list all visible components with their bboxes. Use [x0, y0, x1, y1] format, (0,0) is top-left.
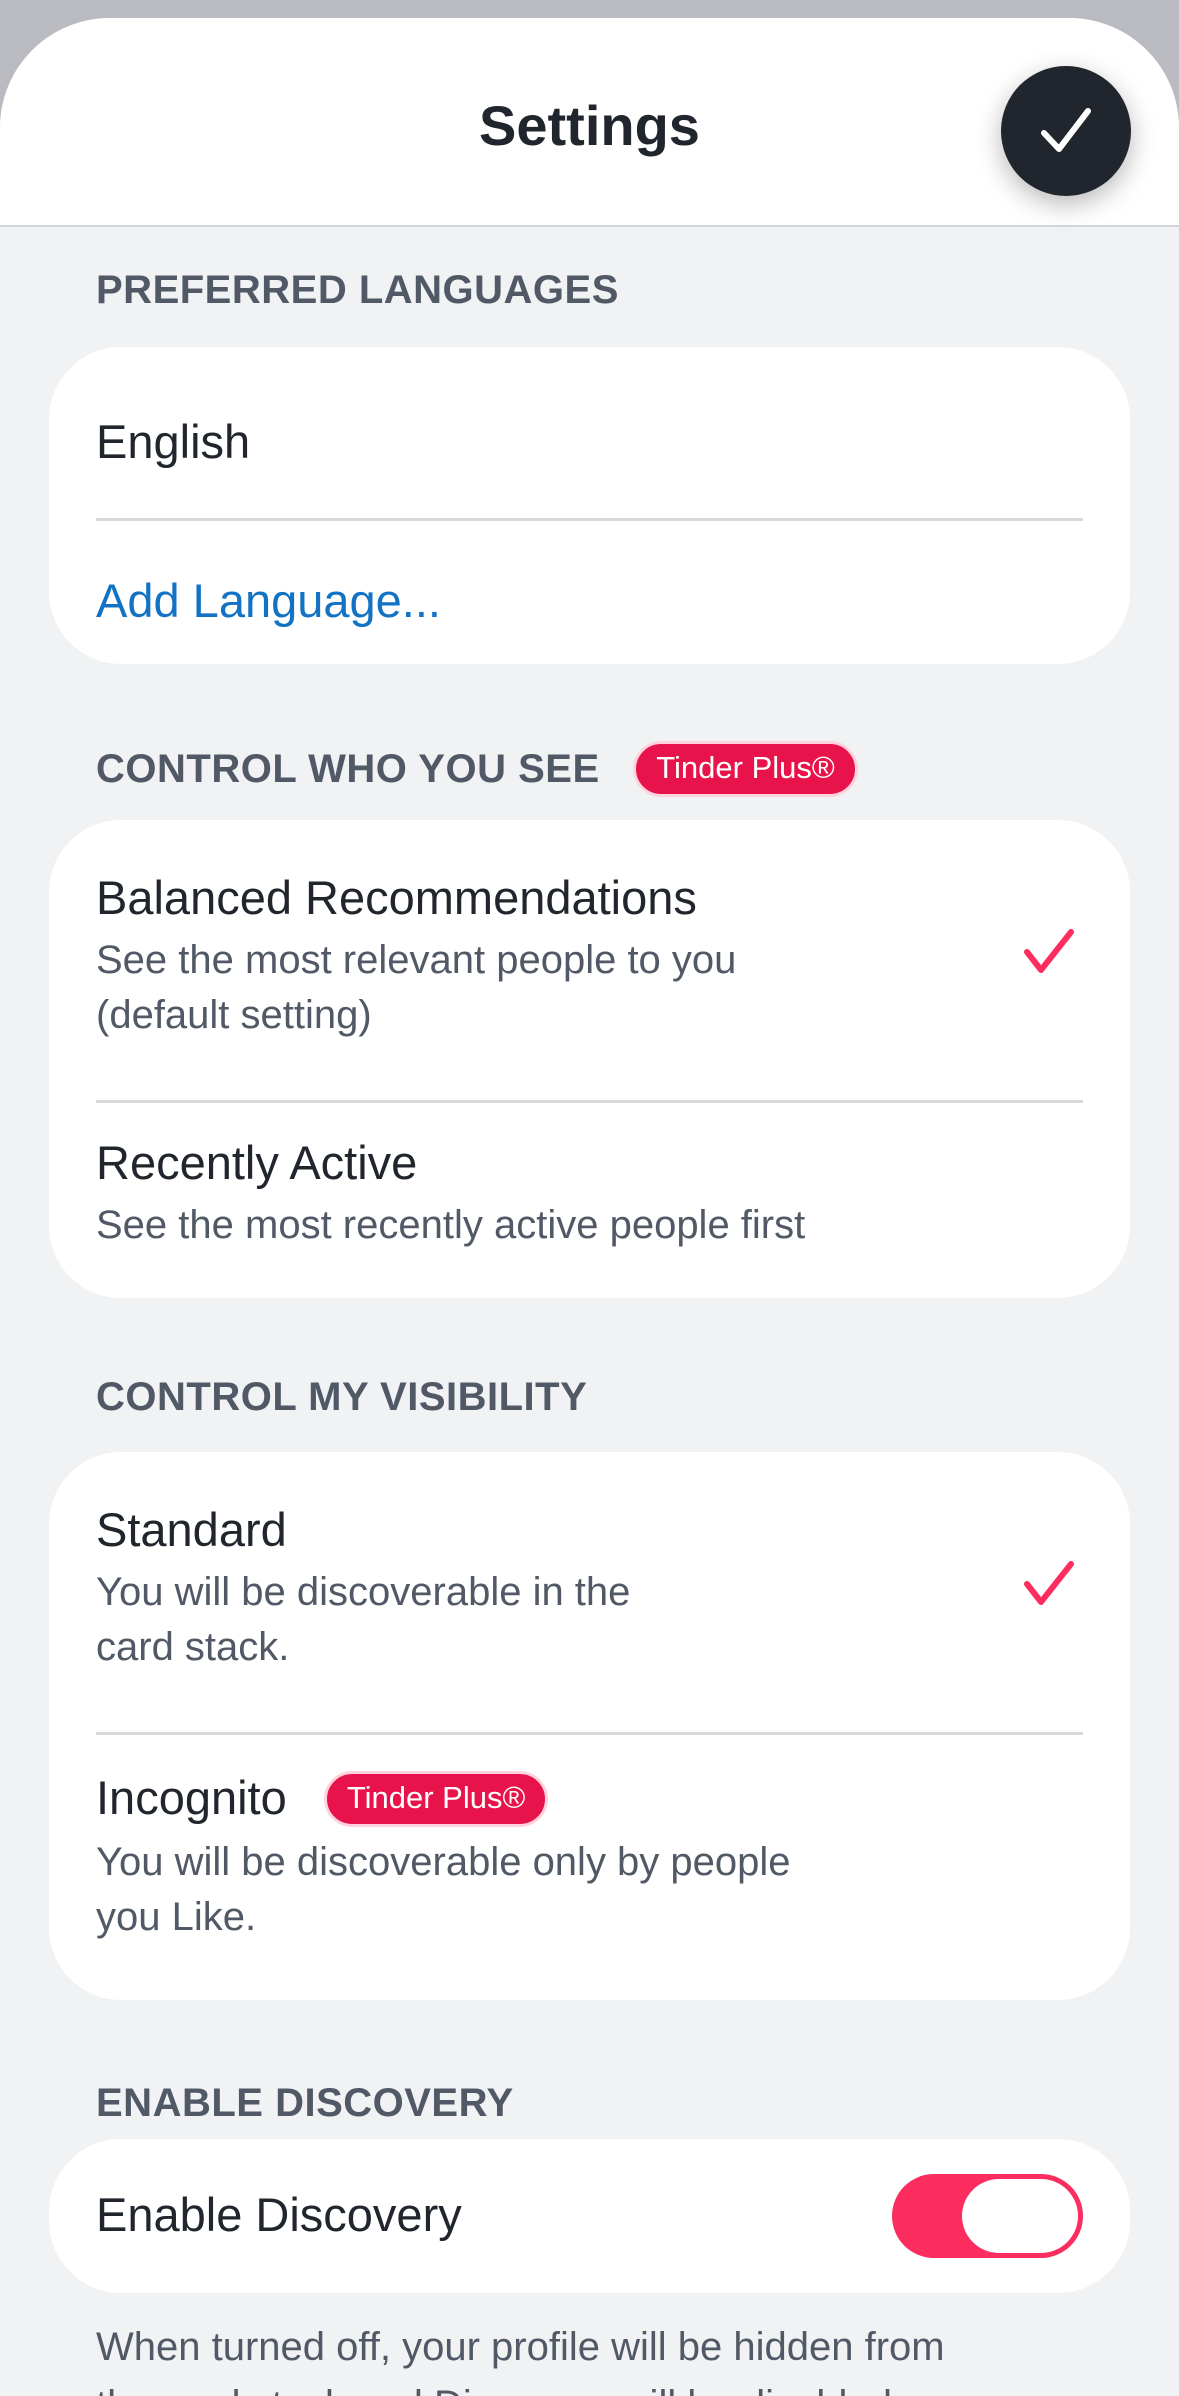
settings-sheet: Settings PREFERRED LANGUAGES English Add… [0, 18, 1179, 2396]
option-balanced-recommendations[interactable]: Balanced Recommendations See the most re… [96, 870, 1083, 1070]
description-line: the card stack and Discovery will be dis… [96, 2376, 1096, 2396]
section-label-control-who-you-see: CONTROL WHO YOU SEE Tinder Plus® [96, 741, 858, 797]
option-recently-active[interactable]: Recently Active See the most recently ac… [96, 1135, 1083, 1265]
description-line: When turned off, your profile will be hi… [96, 2325, 945, 2369]
option-subtitle-line: You will be discoverable only by people [96, 1840, 791, 1884]
option-subtitle-line: card stack. [96, 1625, 290, 1669]
option-subtitle-line: See the most relevant people to you [96, 938, 737, 982]
option-title: Balanced Recommendations [96, 871, 697, 924]
selected-check-icon [1024, 1561, 1074, 1605]
language-item-english[interactable]: English [96, 414, 1083, 469]
option-subtitle-line: You will be discoverable in the [96, 1570, 631, 1614]
enable-discovery-description: When turned off, your profile will be hi… [96, 2318, 1096, 2396]
divider [96, 1100, 1083, 1103]
tinder-plus-badge: Tinder Plus® [633, 741, 858, 797]
option-standard[interactable]: Standard You will be discoverable in the… [96, 1502, 1083, 1702]
option-title-row: Incognito Tinder Plus® [96, 1770, 1083, 1827]
tinder-plus-badge: Tinder Plus® [323, 1771, 549, 1827]
enable-discovery-card: Enable Discovery [49, 2139, 1130, 2293]
option-subtitle-line: (default setting) [96, 993, 372, 1037]
header-bar: Settings [0, 18, 1179, 227]
option-title: Recently Active [96, 1136, 418, 1189]
checkmark-icon [1041, 108, 1091, 152]
divider [96, 518, 1083, 521]
divider [96, 1732, 1083, 1735]
add-language-link[interactable]: Add Language... [96, 573, 1083, 628]
section-label-control-my-visibility: CONTROL MY VISIBILITY [96, 1375, 588, 1419]
control-who-you-see-card: Balanced Recommendations See the most re… [49, 820, 1130, 1298]
section-label-enable-discovery: ENABLE DISCOVERY [96, 2081, 514, 2125]
languages-card: English Add Language... [49, 347, 1130, 664]
option-subtitle: See the most recently active people firs… [96, 1203, 806, 1247]
option-title: Standard [96, 1503, 287, 1556]
enable-discovery-toggle[interactable] [892, 2174, 1083, 2258]
toggle-knob [962, 2179, 1078, 2253]
option-subtitle: You will be discoverable only by people … [96, 1835, 1083, 1945]
done-button[interactable] [1001, 66, 1131, 196]
section-label-text: CONTROL WHO YOU SEE [96, 747, 600, 791]
section-label-preferred-languages: PREFERRED LANGUAGES [96, 268, 619, 312]
option-title: Incognito [96, 1771, 287, 1824]
option-subtitle: See the most relevant people to you (def… [96, 933, 1083, 1043]
selected-check-icon [1024, 929, 1074, 973]
control-my-visibility-card: Standard You will be discoverable in the… [49, 1452, 1130, 2000]
option-incognito[interactable]: Incognito Tinder Plus® You will be disco… [96, 1770, 1083, 1970]
option-subtitle-line: you Like. [96, 1895, 257, 1939]
option-subtitle: You will be discoverable in the card sta… [96, 1565, 1083, 1675]
